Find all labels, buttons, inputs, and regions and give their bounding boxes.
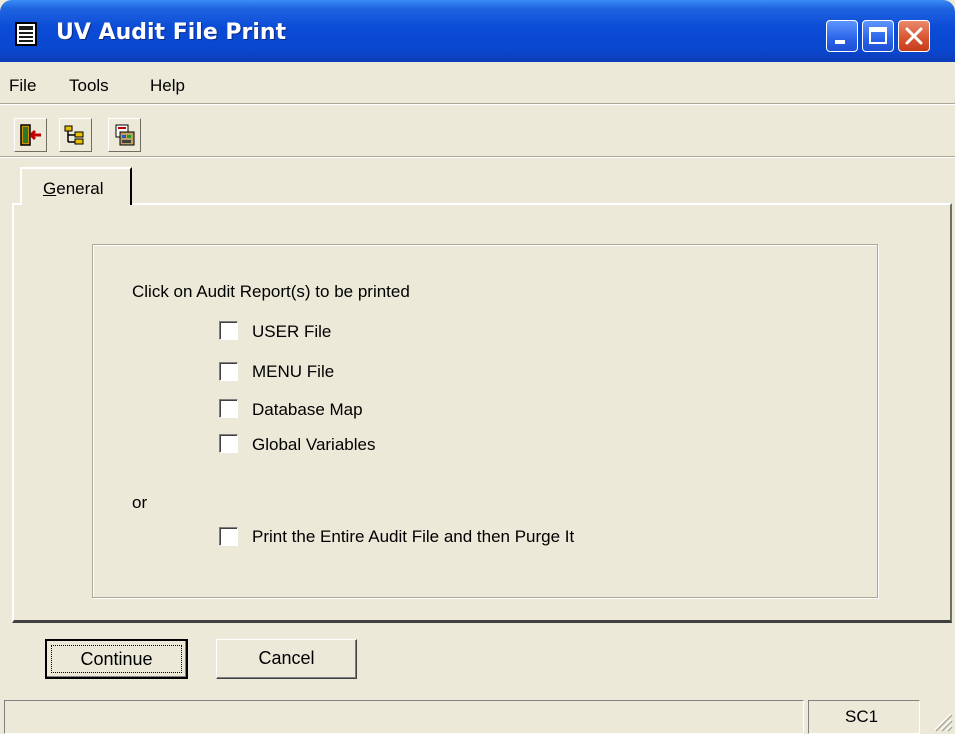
print-report-icon: [115, 124, 135, 146]
database-map-checkbox[interactable]: [219, 399, 238, 418]
status-pane-sc1: SC1: [808, 700, 920, 734]
user-file-label[interactable]: USER File: [252, 322, 331, 342]
cancel-button[interactable]: Cancel: [216, 639, 357, 679]
tree-view-icon: [64, 125, 84, 145]
cancel-button-label: Cancel: [258, 648, 315, 668]
toolbar-tree-button[interactable]: [59, 118, 92, 152]
resize-grip-icon[interactable]: [927, 706, 953, 732]
status-pane-main: [4, 700, 804, 734]
global-variables-label[interactable]: Global Variables: [252, 435, 375, 455]
title-bar[interactable]: UV Audit File Print: [0, 0, 955, 62]
maximize-button[interactable]: [862, 20, 894, 52]
user-file-checkbox[interactable]: [219, 321, 238, 340]
menu-tools[interactable]: Tools: [69, 76, 109, 96]
close-icon: [905, 27, 923, 45]
instruction-label: Click on Audit Report(s) to be printed: [132, 282, 410, 301]
close-button[interactable]: [898, 20, 930, 52]
tab-general-label: General: [43, 179, 104, 198]
purge-audit-label[interactable]: Print the Entire Audit File and then Pur…: [252, 527, 574, 547]
toolbar-print-button[interactable]: [108, 118, 141, 152]
toolbar-separator: [0, 156, 955, 158]
toolbar-exit-button[interactable]: [14, 118, 47, 152]
menu-file[interactable]: File: [9, 76, 36, 96]
menu-help[interactable]: Help: [150, 76, 185, 96]
continue-button[interactable]: Continue: [45, 639, 188, 679]
focus-rectangle: [51, 645, 182, 673]
minimize-button[interactable]: [826, 20, 858, 52]
or-label: or: [132, 493, 148, 512]
status-sc1-text: SC1: [845, 707, 879, 726]
menu-bar: [0, 62, 955, 102]
app-window: UV Audit File Print File Tools Help Gene…: [0, 0, 955, 734]
menu-separator: [0, 103, 955, 105]
maximize-icon: [869, 27, 887, 44]
purge-audit-checkbox[interactable]: [219, 527, 238, 546]
tab-general[interactable]: General: [20, 167, 132, 205]
window-title: UV Audit File Print: [56, 20, 287, 45]
database-map-label[interactable]: Database Map: [252, 400, 363, 420]
document-list-icon: [15, 22, 37, 46]
minimize-icon: [835, 40, 845, 44]
global-variables-checkbox[interactable]: [219, 434, 238, 453]
menu-file-label[interactable]: MENU File: [252, 362, 334, 382]
exit-door-icon: [20, 124, 41, 146]
menu-file-checkbox[interactable]: [219, 362, 238, 381]
